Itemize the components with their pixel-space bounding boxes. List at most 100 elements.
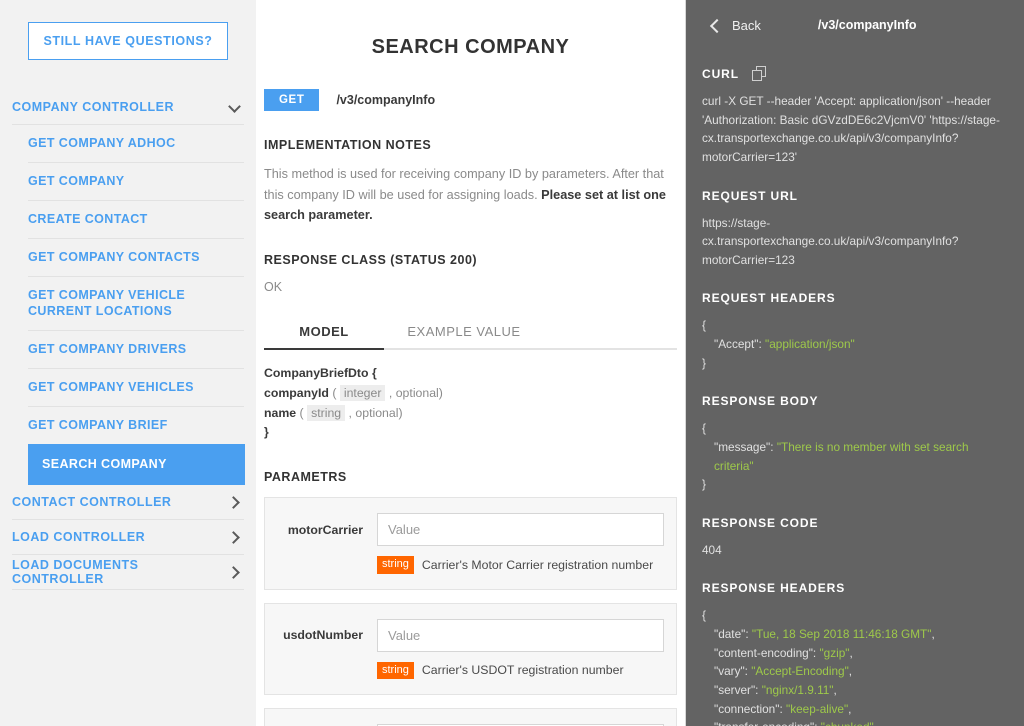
response-body-heading: RESPONSE BODY bbox=[702, 394, 819, 409]
sidebar-item-get-company-adhoc[interactable]: GET COMPANY ADHOC bbox=[0, 125, 256, 162]
brace-close: } bbox=[702, 477, 706, 492]
sidebar: STILL HAVE QUESTIONS? COMPANY CONTROLLER… bbox=[0, 0, 256, 726]
parameter-label: motorCarrier bbox=[287, 522, 363, 537]
response-panel-header: Back /v3/companyInfo bbox=[702, 0, 1008, 44]
json-line: "date": "Tue, 18 Sep 2018 11:46:18 GMT", bbox=[714, 627, 935, 641]
request-url-value: https://stage-cx.transportexchange.co.uk… bbox=[702, 215, 959, 267]
json-line: "vary": "Accept-Encoding", bbox=[714, 664, 853, 679]
sidebar-nav: COMPANY CONTROLLER GET COMPANY ADHOC GET… bbox=[0, 90, 256, 590]
curl-heading-label: CURL bbox=[702, 66, 739, 81]
request-headers-section: REQUEST HEADERS { "Accept": "application… bbox=[702, 291, 1008, 372]
model-field-companyid: companyId ( integer , optional) bbox=[264, 384, 443, 401]
tab-model[interactable]: MODEL bbox=[264, 324, 384, 350]
model-class-name: CompanyBriefDto { bbox=[264, 365, 377, 380]
response-headers-heading: RESPONSE HEADERS bbox=[702, 581, 846, 596]
sidebar-item-get-company-vehicles[interactable]: GET COMPANY VEHICLES bbox=[0, 369, 256, 406]
sidebar-group-company-controller[interactable]: COMPANY CONTROLLER bbox=[0, 90, 256, 124]
chevron-right-icon bbox=[228, 565, 242, 579]
parameter-description: Carrier's Motor Carrier registration num… bbox=[421, 557, 654, 572]
brace-open: { bbox=[702, 421, 706, 436]
response-class-heading: RESPONSE CLASS (STATUS 200) bbox=[264, 252, 478, 267]
model-close-line: } bbox=[264, 425, 269, 440]
parameters-heading: PARAMETRS bbox=[264, 470, 347, 485]
parameter-type-badge: string bbox=[377, 556, 414, 574]
chevron-left-icon bbox=[710, 19, 722, 31]
sidebar-group-load-documents-controller[interactable]: LOAD DOCUMENTS CONTROLLER bbox=[0, 555, 256, 589]
sidebar-group-load-controller[interactable]: LOAD CONTROLLER bbox=[0, 520, 256, 554]
model-field-type: integer bbox=[339, 384, 386, 401]
chevron-down-icon bbox=[228, 100, 242, 114]
sidebar-item-get-company-drivers[interactable]: GET COMPANY DRIVERS bbox=[0, 331, 256, 368]
curl-section: CURL curl -X GET --header 'Accept: appli… bbox=[702, 66, 1008, 167]
curl-value: curl -X GET --header 'Accept: applicatio… bbox=[702, 94, 1000, 164]
sidebar-group-contact-controller[interactable]: CONTACT CONTROLLER bbox=[0, 485, 256, 519]
parameter-label: usdotNumber bbox=[283, 628, 363, 643]
model-definition: CompanyBriefDto { companyId ( integer , … bbox=[264, 364, 677, 444]
model-tabs: MODEL EXAMPLE VALUE bbox=[264, 324, 677, 350]
response-body-section: RESPONSE BODY { "message": "There is no … bbox=[702, 394, 1008, 494]
curl-heading: CURL bbox=[702, 66, 1008, 81]
usdotnumber-input[interactable] bbox=[377, 618, 664, 652]
chevron-right-icon bbox=[228, 495, 242, 509]
brace-open: { bbox=[702, 318, 706, 333]
response-code-heading: RESPONSE CODE bbox=[702, 515, 819, 530]
parameter-row-motorcarrier: motorCarrier string Carrier's Motor Carr… bbox=[264, 497, 677, 590]
response-code-value: 404 bbox=[702, 542, 722, 557]
main-content: SEARCH COMPANY GET /v3/companyInfo IMPLE… bbox=[256, 0, 686, 726]
back-label: Back bbox=[732, 17, 761, 33]
json-line: "Accept": "application/json" bbox=[714, 337, 855, 351]
response-class-value: OK bbox=[264, 279, 283, 294]
response-panel: Back /v3/companyInfo CURL curl -X GET --… bbox=[686, 0, 1024, 726]
request-headers-heading: REQUEST HEADERS bbox=[702, 291, 836, 306]
parameter-description: Carrier's USDOT registration number bbox=[421, 663, 624, 678]
request-url-section: REQUEST URL https://stage-cx.transportex… bbox=[702, 189, 1008, 270]
model-field-type: string bbox=[307, 404, 346, 421]
request-headers-value: { "Accept": "application/json" } bbox=[702, 316, 1008, 372]
response-headers-value: { "date": "Tue, 18 Sep 2018 11:46:18 GMT… bbox=[702, 606, 1008, 726]
response-headers-section: RESPONSE HEADERS { "date": "Tue, 18 Sep … bbox=[702, 581, 1008, 726]
json-line: "content-encoding": "gzip", bbox=[714, 645, 853, 660]
sidebar-item-get-company[interactable]: GET COMPANY bbox=[0, 163, 256, 200]
sidebar-group-label: LOAD CONTROLLER bbox=[12, 529, 146, 544]
model-field-modifier: optional bbox=[395, 385, 439, 400]
chevron-right-icon bbox=[228, 530, 242, 544]
json-line: "connection": "keep-alive", bbox=[714, 701, 852, 716]
sidebar-item-get-company-brief[interactable]: GET COMPANY BRIEF bbox=[0, 407, 256, 444]
request-url-heading: REQUEST URL bbox=[702, 188, 798, 203]
parameter-row-usdotnumber: usdotNumber string Carrier's USDOT regis… bbox=[264, 602, 677, 695]
page-title: SEARCH COMPANY bbox=[371, 36, 570, 58]
model-field-modifier: optional bbox=[355, 405, 399, 420]
brace-open: { bbox=[702, 608, 706, 623]
model-open-line: CompanyBriefDto { bbox=[264, 364, 677, 384]
brace-close: } bbox=[702, 355, 706, 370]
model-field-name: companyId bbox=[264, 385, 329, 400]
endpoint-row: GET /v3/companyInfo bbox=[264, 89, 677, 111]
sidebar-item-get-company-vehicle-current-locations[interactable]: GET COMPANY VEHICLE CURRENT LOCATIONS bbox=[0, 277, 256, 331]
implementation-notes-heading: IMPLEMENTATION NOTES bbox=[264, 138, 432, 152]
parameter-type-badge: string bbox=[377, 661, 414, 679]
sidebar-item-create-contact[interactable]: CREATE CONTACT bbox=[0, 201, 256, 238]
json-line: "server": "nginx/1.9.11", bbox=[714, 682, 837, 697]
sidebar-group-label: COMPANY CONTROLLER bbox=[12, 100, 175, 114]
model-field-name: name bbox=[264, 405, 297, 420]
divider bbox=[12, 588, 244, 590]
parameter-row-email: email string Company email address bbox=[264, 707, 677, 726]
sidebar-item-search-company[interactable]: SEARCH COMPANY bbox=[28, 443, 245, 485]
implementation-notes-text: This method is used for receiving compan… bbox=[264, 164, 677, 226]
copy-icon[interactable] bbox=[751, 66, 768, 81]
back-button[interactable]: Back bbox=[710, 18, 761, 33]
json-line: "message": "There is no member with set … bbox=[714, 439, 969, 473]
still-have-questions-button[interactable]: STILL HAVE QUESTIONS? bbox=[28, 22, 228, 60]
response-body-value: { "message": "There is no member with se… bbox=[702, 419, 1008, 494]
sidebar-item-get-company-contacts[interactable]: GET COMPANY CONTACTS bbox=[0, 239, 256, 276]
api-docs-page: STILL HAVE QUESTIONS? COMPANY CONTROLLER… bbox=[0, 0, 1024, 726]
sidebar-header: STILL HAVE QUESTIONS? bbox=[0, 0, 256, 60]
tab-example-value[interactable]: EXAMPLE VALUE bbox=[384, 324, 544, 348]
sidebar-group-label: LOAD DOCUMENTS CONTROLLER bbox=[12, 557, 139, 586]
model-field-name: name ( string , optional) bbox=[264, 404, 403, 421]
sidebar-group-label: CONTACT CONTROLLER bbox=[12, 494, 172, 509]
response-code-section: RESPONSE CODE 404 bbox=[702, 516, 1008, 560]
response-panel-path: /v3/companyInfo bbox=[817, 18, 917, 32]
motorcarrier-input[interactable] bbox=[377, 513, 664, 547]
endpoint-path: /v3/companyInfo bbox=[336, 93, 436, 107]
